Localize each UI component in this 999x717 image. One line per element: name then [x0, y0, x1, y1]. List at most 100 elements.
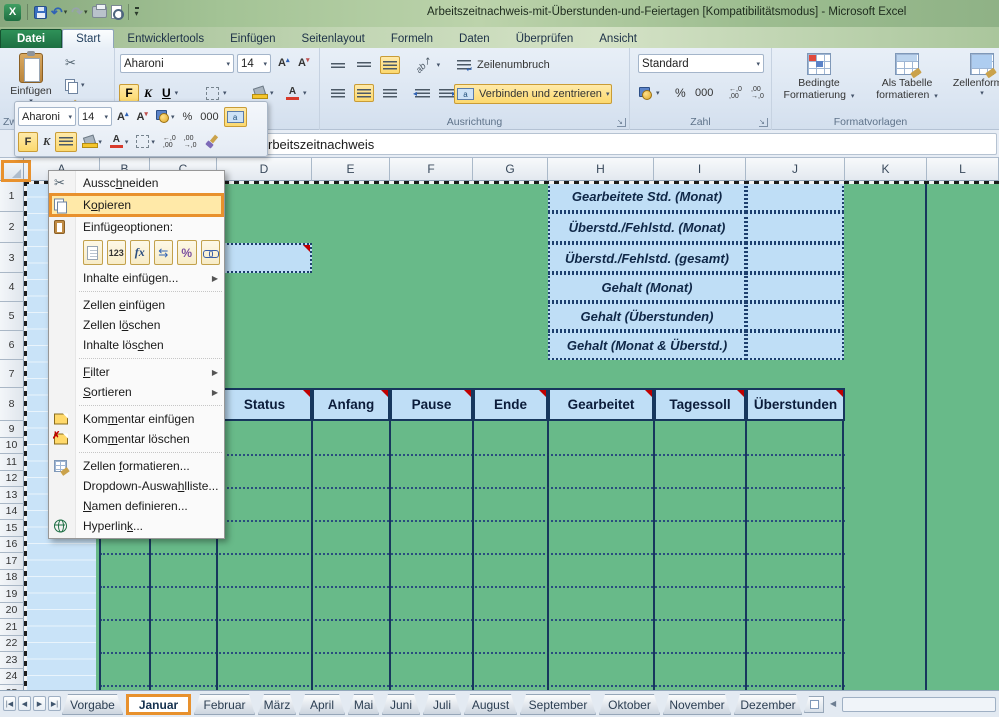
italic-button[interactable]: K — [141, 84, 155, 102]
row-header-4[interactable]: 4 — [0, 273, 24, 302]
menu-item-kopieren[interactable]: Kopieren — [49, 193, 224, 217]
number-format-select[interactable]: Standard▾ — [638, 54, 764, 73]
summary-label-cell[interactable]: Gehalt (Monat & Überstd.) — [548, 331, 746, 360]
increase-decimal-button[interactable]: ←,0 ,00 — [726, 84, 745, 102]
ribbon-tab-formeln[interactable]: Formeln — [378, 30, 446, 48]
mini-format-painter-button[interactable] — [202, 132, 222, 152]
ribbon-tab-datei[interactable]: Datei — [0, 29, 62, 48]
menu-item-kommentar-loschen[interactable]: Kommentar löschen — [49, 429, 224, 449]
mini-decrease-decimal-button[interactable]: ,00 →,0 — [181, 132, 200, 152]
row-header-22[interactable]: 22 — [0, 636, 24, 653]
menu-item-hyperlink[interactable]: Hyperlink... — [49, 516, 224, 536]
tab-scroll-left-icon[interactable]: ◀ — [830, 699, 836, 708]
mini-shrink-font-button[interactable]: A — [133, 107, 150, 127]
row-header-6[interactable]: 6 — [0, 331, 24, 360]
decrease-indent-button[interactable] — [412, 84, 433, 102]
row-header-1[interactable]: 1 — [0, 181, 24, 212]
column-header-g[interactable]: G — [473, 158, 548, 181]
sheet-tab-juni[interactable]: Juni — [382, 694, 420, 715]
column-header-e[interactable]: E — [312, 158, 390, 181]
font-color-button[interactable]: A▾ — [283, 84, 310, 102]
summary-label-cell[interactable]: Gehalt (Monat) — [548, 273, 746, 302]
sheet-tab-marz[interactable]: März — [258, 694, 296, 715]
column-header-j[interactable]: J — [746, 158, 845, 181]
alignment-dialog-launcher[interactable]: ↘ — [617, 118, 626, 127]
summary-value-cell[interactable] — [746, 273, 844, 302]
summary-label-cell[interactable]: Gearbeitete Std. (Monat) — [548, 181, 746, 212]
formula-input[interactable]: rbeitszeitnachweis — [253, 133, 997, 155]
mini-increase-decimal-button[interactable]: ←,0 ,00 — [160, 132, 179, 152]
orientation-button[interactable]: ab↗▾ — [412, 56, 443, 74]
menu-item-filter[interactable]: Filter▶ — [49, 362, 224, 382]
insert-worksheet-tab[interactable] — [804, 696, 824, 713]
menu-item-zellen-loschen[interactable]: Zellen löschen — [49, 315, 224, 335]
column-header-l[interactable]: L — [927, 158, 999, 181]
summary-label-cell[interactable]: Überstd./Fehlstd. (gesamt) — [548, 243, 746, 273]
menu-item-kommentar-einfugen[interactable]: Kommentar einfügen — [49, 409, 224, 429]
summary-label-cell[interactable]: Gehalt (Überstunden) — [548, 302, 746, 331]
decrease-decimal-button[interactable]: ,00 →,0 — [748, 84, 767, 102]
accounting-format-button[interactable]: ▾ — [636, 84, 663, 102]
sheet-tab-november[interactable]: November — [663, 694, 731, 715]
mini-italic-button[interactable]: K — [40, 132, 53, 152]
mini-comma-button[interactable]: 000 — [197, 107, 221, 127]
row-header-5[interactable]: 5 — [0, 302, 24, 331]
print-preview-button[interactable] — [111, 3, 122, 21]
print-button[interactable] — [92, 3, 107, 21]
row-header-16[interactable]: 16 — [0, 537, 24, 554]
ribbon-tab-start[interactable]: Start — [62, 29, 114, 48]
menu-item-zellen-formatieren[interactable]: Zellen formatieren... — [49, 456, 224, 476]
percent-style-button[interactable]: % — [672, 84, 689, 102]
align-top-button[interactable] — [328, 56, 348, 74]
next-sheet-button[interactable]: ▶ — [33, 696, 46, 711]
table-header-anfang[interactable]: Anfang — [312, 388, 390, 421]
paste-option-formulas[interactable]: fx — [130, 240, 150, 265]
mini-accounting-button[interactable]: ▾ — [153, 107, 178, 127]
column-header-i[interactable]: I — [654, 158, 746, 181]
sheet-tab-april[interactable]: April — [299, 694, 345, 715]
mini-align-center-button[interactable] — [55, 132, 77, 152]
align-right-button[interactable] — [380, 84, 400, 102]
ribbon-tab-einfugen[interactable]: Einfügen — [217, 30, 288, 48]
menu-item-inhalte-einfugen[interactable]: Inhalte einfügen...▶ — [49, 268, 224, 288]
row-header-2[interactable]: 2 — [0, 212, 24, 243]
customize-qat-button[interactable]: ▾ — [135, 3, 139, 21]
paste-option-formatting[interactable]: % — [177, 240, 197, 265]
cut-button[interactable] — [62, 54, 79, 72]
first-sheet-button[interactable]: |◀ — [3, 696, 16, 711]
paste-option-link[interactable] — [201, 240, 221, 265]
ribbon-tab-seitenlayout[interactable]: Seitenlayout — [289, 30, 378, 48]
summary-value-cell[interactable] — [746, 181, 844, 212]
format-as-table-button[interactable]: Als Tabelle formatieren ▾ — [864, 52, 950, 118]
column-header-f[interactable]: F — [390, 158, 473, 181]
row-header-10[interactable]: 10 — [0, 438, 24, 455]
sheet-tab-februar[interactable]: Februar — [194, 694, 255, 715]
menu-item-sortieren[interactable]: Sortieren▶ — [49, 382, 224, 402]
row-header-7[interactable]: 7 — [0, 360, 24, 388]
grow-font-button[interactable]: A — [275, 54, 292, 72]
align-bottom-button[interactable] — [380, 56, 400, 74]
menu-item-einfugeoptionen[interactable]: Einfügeoptionen: — [49, 217, 224, 237]
font-size-select[interactable]: 14▾ — [237, 54, 271, 73]
redo-button[interactable]: ↷▾ — [71, 3, 87, 21]
wrap-text-button[interactable]: Zeilenumbruch — [454, 56, 553, 74]
sheet-tab-juli[interactable]: Juli — [423, 694, 461, 715]
mini-font-color-button[interactable]: A▾ — [107, 132, 132, 152]
table-header-status[interactable]: Status — [217, 388, 312, 421]
paste-option-transpose[interactable]: ⇆ — [154, 240, 174, 265]
fill-color-button[interactable]: ▾ — [249, 84, 277, 102]
row-header-18[interactable]: 18 — [0, 570, 24, 587]
mini-grow-font-button[interactable]: A — [114, 107, 131, 127]
summary-value-cell[interactable] — [746, 331, 844, 360]
summary-value-cell[interactable] — [746, 212, 844, 243]
row-header-12[interactable]: 12 — [0, 471, 24, 488]
row-header-13[interactable]: 13 — [0, 487, 24, 504]
sheet-tab-januar[interactable]: Januar — [126, 694, 191, 715]
paste-option-paste[interactable] — [83, 240, 103, 265]
conditional-formatting-button[interactable]: Bedingte Formatierung ▾ — [776, 52, 862, 118]
sheet-tab-oktober[interactable]: Oktober — [599, 694, 660, 715]
row-header-19[interactable]: 19 — [0, 586, 24, 603]
row-header-21[interactable]: 21 — [0, 619, 24, 636]
excel-app-icon[interactable]: X — [4, 3, 21, 21]
table-header-uberstunden[interactable]: Überstunden — [746, 388, 845, 421]
